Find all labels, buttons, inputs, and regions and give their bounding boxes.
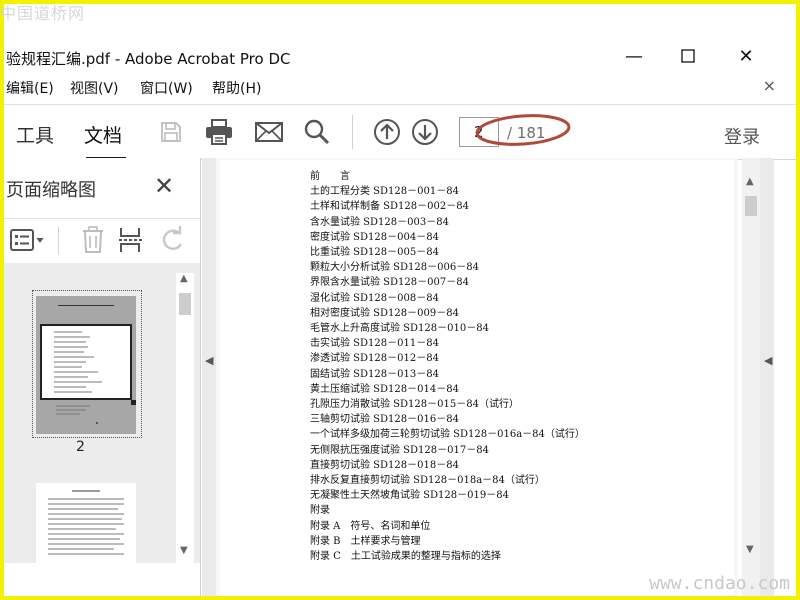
toc-entry: 密度试验 SD128－004－84 bbox=[310, 231, 439, 243]
thumbnail-resize-handle[interactable] bbox=[131, 400, 136, 405]
toc-entry: 湿化试验 SD128－008－84 bbox=[310, 292, 439, 304]
thumbnail-visible-area bbox=[40, 324, 132, 400]
page-up-icon bbox=[374, 119, 400, 145]
minimize-button[interactable]: — bbox=[614, 44, 654, 68]
thumbnail-list: 2 ▲ ▼ bbox=[4, 263, 200, 563]
toc-entry: 孔隙压力消散试验 SD128－015－84（试行） bbox=[310, 399, 519, 411]
print-icon bbox=[206, 119, 232, 145]
toc-entry: 附录 B 土样要求与管理 bbox=[310, 535, 421, 547]
table-of-contents: 前 言土的工程分类 SD128－001－84 土样和试样制备 SD128－002－… bbox=[310, 169, 585, 564]
thumbnail-text-lines bbox=[54, 331, 102, 393]
watermark-top: 中国道桥网 bbox=[0, 4, 86, 23]
toc-entry: 附录 bbox=[310, 505, 330, 517]
document-scroll-thumb[interactable] bbox=[745, 196, 757, 216]
search-button[interactable] bbox=[302, 117, 332, 147]
toc-entry: 无侧限抗压强度试验 SD128－017－84 bbox=[310, 444, 489, 456]
toc-entry: 相对密度试验 SD128－009－84 bbox=[310, 307, 459, 319]
toc-entry: 附录 A 符号、名词和单位 bbox=[310, 520, 431, 532]
document-page: 前 言土的工程分类 SD128－001－84 土样和试样制备 SD128－002－… bbox=[220, 160, 734, 596]
previous-page-button[interactable] bbox=[372, 117, 402, 147]
thumbnail-page-label: 2 bbox=[76, 439, 85, 455]
acrobat-window: 验规程汇编.pdf - Adobe Acrobat Pro DC — ✕ 编辑(… bbox=[4, 4, 796, 596]
panel-toolbar bbox=[4, 218, 200, 264]
toc-entry: 一个试样多级加荷三轮剪切试验 SD128－016a－84（试行） bbox=[310, 429, 585, 441]
thumbnail-heading-line bbox=[58, 305, 114, 306]
toc-entry: 三轴剪切试验 SD128－016－84 bbox=[310, 414, 459, 426]
collapse-left-icon: ◀ bbox=[205, 354, 214, 367]
toolbar: 工具 文档 2 / 181 登录 bbox=[4, 104, 796, 160]
toc-entry: 直接剪切试验 SD128－018－84 bbox=[310, 459, 459, 471]
toc-entry: 土样和试样制备 SD128－002－84 bbox=[310, 201, 469, 213]
close-button[interactable]: ✕ bbox=[726, 44, 766, 68]
thumbnail-scroll-thumb[interactable] bbox=[179, 293, 191, 315]
toc-entry: 比重试验 SD128－005－84 bbox=[310, 247, 439, 259]
toc-entry: 排水反复直接剪切试验 SD128－018a－84（试行） bbox=[310, 475, 545, 487]
left-panel-toggle[interactable]: ◀ bbox=[202, 158, 216, 596]
extract-page-button[interactable] bbox=[116, 225, 146, 255]
toc-entry: 毛管水上升高度试验 SD128－010－84 bbox=[310, 323, 489, 335]
extract-pages-icon bbox=[119, 228, 143, 252]
scroll-up-icon[interactable]: ▲ bbox=[180, 273, 188, 284]
toc-entry: 颗粒大小分析试验 SD128－006－84 bbox=[310, 262, 479, 274]
thumbnail-page-3[interactable] bbox=[36, 483, 136, 563]
page-thumbnails-panel: 页面缩略图 ✕ 2 ▲ ▼ bbox=[4, 158, 201, 596]
menu-help[interactable]: 帮助(H) bbox=[212, 78, 261, 98]
tab-document[interactable]: 文档 bbox=[84, 121, 122, 148]
toc-entry: 击实试验 SD128－011－84 bbox=[310, 338, 439, 350]
page-down-icon bbox=[412, 119, 438, 145]
toc-entry: 界限含水量试验 SD128－007－84 bbox=[310, 277, 469, 289]
delete-page-button[interactable] bbox=[78, 225, 108, 255]
next-page-button[interactable] bbox=[410, 117, 440, 147]
menu-edit[interactable]: 编辑(E) bbox=[6, 78, 54, 98]
menu-bar: 编辑(E) 视图(V) 窗口(W) 帮助(H) × bbox=[4, 76, 796, 100]
document-view: 前 言土的工程分类 SD128－001－84 土样和试样制备 SD128－002－… bbox=[216, 158, 738, 596]
thumbnail-page-2[interactable] bbox=[36, 296, 136, 434]
save-icon bbox=[161, 122, 181, 142]
login-link[interactable]: 登录 bbox=[724, 123, 760, 149]
document-scrollbar[interactable]: ▲ ▼ bbox=[742, 158, 760, 596]
thumbnail-scrollbar[interactable]: ▲ ▼ bbox=[176, 273, 194, 563]
email-icon bbox=[255, 122, 283, 142]
print-button[interactable] bbox=[204, 117, 234, 147]
menu-view[interactable]: 视图(V) bbox=[70, 78, 119, 98]
menu-window[interactable]: 窗口(W) bbox=[140, 78, 193, 98]
title-bar: 验规程汇编.pdf - Adobe Acrobat Pro DC — ✕ bbox=[4, 4, 796, 70]
watermark-bottom: www.cndao.com bbox=[649, 573, 790, 594]
tab-tools[interactable]: 工具 bbox=[16, 121, 54, 148]
panel-footer bbox=[4, 563, 200, 596]
toc-entry: 土的工程分类 SD128－001－84 bbox=[310, 186, 459, 198]
options-list-icon bbox=[10, 229, 44, 251]
right-panel-toggle[interactable]: ◀ bbox=[760, 158, 774, 596]
scroll-up-icon[interactable]: ▲ bbox=[746, 176, 754, 187]
panel-title: 页面缩略图 bbox=[6, 180, 96, 201]
toc-entry: 附录 C 土工试验成果的整理与指标的选择 bbox=[310, 551, 501, 563]
window-title: 验规程汇编.pdf - Adobe Acrobat Pro DC bbox=[6, 50, 291, 68]
thumbnail-footer-lines bbox=[56, 405, 98, 424]
trash-icon bbox=[83, 226, 103, 253]
toc-entry: 含水量试验 SD128－003－84 bbox=[310, 216, 449, 228]
options-menu-button[interactable] bbox=[8, 225, 48, 255]
thumbnail-text-lines bbox=[48, 490, 124, 555]
expand-right-icon: ◀ bbox=[764, 354, 773, 367]
toolbar-separator bbox=[352, 115, 353, 149]
maximize-icon bbox=[681, 49, 695, 63]
email-button[interactable] bbox=[254, 117, 284, 147]
search-icon bbox=[304, 119, 330, 145]
panel-tools-separator bbox=[58, 227, 59, 255]
toc-entry: 固结试验 SD128－013－84 bbox=[310, 368, 439, 380]
menu-close-button[interactable]: × bbox=[763, 76, 776, 95]
rotate-page-button[interactable] bbox=[158, 225, 188, 255]
toc-entry: 前 言 bbox=[310, 171, 350, 182]
scroll-down-icon[interactable]: ▼ bbox=[180, 545, 188, 556]
rotate-icon bbox=[162, 226, 183, 250]
toc-entry: 无凝聚性土天然坡角试验 SD128－019－84 bbox=[310, 490, 509, 502]
red-ellipse-annotation bbox=[475, 114, 571, 146]
toc-entry: 黄土压缩试验 SD128－014－84 bbox=[310, 383, 459, 395]
panel-close-button[interactable]: ✕ bbox=[154, 172, 174, 200]
save-button[interactable] bbox=[156, 117, 186, 147]
maximize-button[interactable] bbox=[668, 44, 708, 68]
scroll-down-icon[interactable]: ▼ bbox=[746, 544, 754, 555]
toc-entry: 渗透试验 SD128－012－84 bbox=[310, 353, 439, 365]
